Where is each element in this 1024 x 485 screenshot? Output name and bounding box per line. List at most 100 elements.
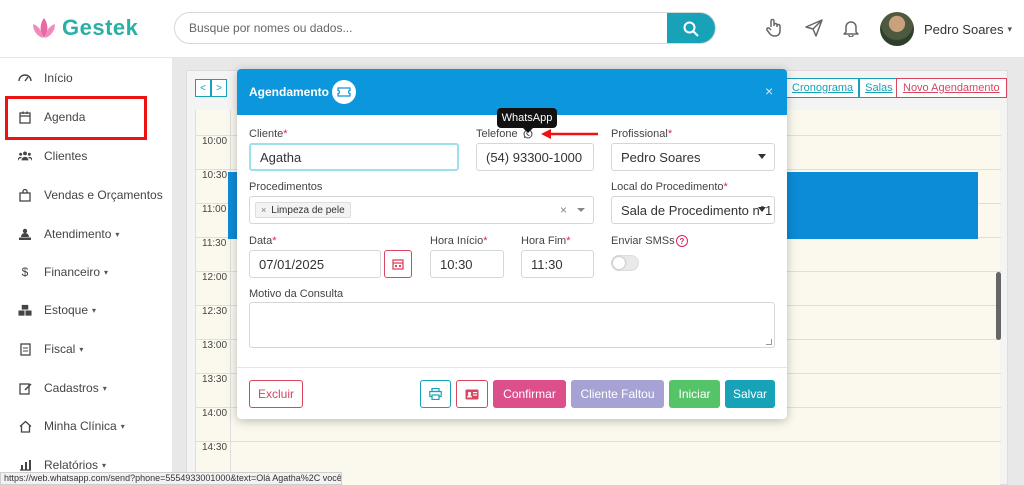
sidebar-item-estoque[interactable]: Estoque ▾ — [18, 300, 96, 320]
excluir-button[interactable]: Excluir — [249, 380, 303, 408]
sidebar-item-minha-clinica[interactable]: Minha Clínica ▾ — [18, 416, 125, 436]
paper-plane-icon[interactable] — [803, 17, 825, 39]
data-input[interactable]: 07/01/2025 — [249, 250, 381, 278]
sidebar-item-label: Clientes — [44, 149, 88, 163]
boxes-icon — [18, 303, 32, 317]
id-card-button[interactable] — [456, 380, 488, 408]
id-card-icon — [465, 389, 479, 399]
clear-icon[interactable]: × — [560, 203, 567, 217]
browser-status-bar: https://web.whatsapp.com/send?phone=5554… — [0, 472, 342, 485]
procedimentos-multiselect[interactable]: × Limpeza de pele × — [249, 196, 594, 224]
chevron-down-icon: ▾ — [104, 267, 109, 277]
profissional-value: Pedro Soares — [621, 149, 701, 165]
iniciar-button[interactable]: Iniciar — [669, 380, 720, 408]
enviar-sms-toggle[interactable] — [611, 255, 639, 271]
edit-icon — [18, 381, 32, 395]
lotus-logo-icon — [30, 14, 58, 42]
search-input[interactable] — [175, 13, 665, 43]
time-label: 11:00 — [202, 204, 227, 215]
hora-fim-input[interactable]: 11:30 — [521, 250, 594, 278]
sidebar-item-cadastros[interactable]: Cadastros ▾ — [18, 378, 107, 398]
time-label: 10:30 — [202, 170, 228, 181]
local-label-text: Local do Procedimento — [611, 181, 724, 193]
top-bar: Gestek Pedro Soares ▾ — [0, 0, 1024, 58]
caret-down-icon — [577, 208, 585, 212]
chevron-down-icon: ▾ — [120, 421, 125, 431]
chart-icon — [18, 458, 32, 472]
sidebar-item-atendimento[interactable]: Atendimento ▾ — [18, 224, 119, 244]
calendar-view-switcher: Cronograma Salas — [786, 78, 899, 98]
procedimentos-label: Procedimentos — [249, 181, 323, 193]
sidebar-item-label: Cadastros — [44, 381, 99, 395]
data-label: Data* — [249, 235, 277, 247]
caret-down-icon — [758, 154, 766, 159]
tooltip-tail — [523, 128, 533, 133]
close-icon[interactable]: × — [765, 83, 773, 99]
profissional-label: Profissional* — [611, 128, 672, 140]
search-icon — [683, 21, 699, 37]
profissional-label-text: Profissional — [611, 128, 668, 140]
hora-fim-value: 11:30 — [531, 256, 563, 272]
required-mark: * — [283, 128, 288, 140]
telefone-input[interactable]: (54) 93300-1000 — [476, 143, 594, 171]
time-label: 14:00 — [202, 408, 228, 419]
cliente-faltou-button[interactable]: Cliente Faltou — [571, 380, 664, 408]
confirmar-button[interactable]: Confirmar — [493, 380, 566, 408]
hora-inicio-input[interactable]: 10:30 — [430, 250, 504, 278]
sidebar-item-fiscal[interactable]: Fiscal ▾ — [18, 339, 83, 359]
ticket-icon[interactable] — [332, 80, 356, 104]
procedimento-tag: × Limpeza de pele — [255, 202, 351, 218]
print-button[interactable] — [420, 380, 451, 408]
time-label: 12:00 — [202, 272, 228, 283]
modal-title: Agendamento — [249, 85, 330, 99]
modal-footer-divider — [237, 367, 787, 368]
user-menu[interactable]: Pedro Soares ▾ — [880, 12, 1012, 46]
enviar-sms-label: Enviar SMSs — [611, 235, 675, 247]
telefone-label-text: Telefone — [476, 128, 518, 140]
search-button[interactable] — [667, 13, 715, 43]
tag-remove-icon[interactable]: × — [261, 205, 266, 215]
home-icon — [18, 419, 32, 433]
dashboard-icon — [18, 71, 32, 85]
sidebar-item-label: Financeiro — [44, 265, 101, 279]
hora-inicio-label: Hora Início* — [430, 235, 487, 247]
time-label: 12:30 — [202, 306, 228, 317]
logo[interactable]: Gestek — [30, 14, 138, 42]
caret-down-icon — [758, 207, 766, 212]
new-appointment-button[interactable]: Novo Agendamento — [896, 78, 1007, 98]
data-label-text: Data — [249, 235, 273, 247]
hand-pointer-icon[interactable] — [763, 17, 785, 39]
document-icon — [18, 342, 32, 356]
hora-inicio-value: 10:30 — [440, 256, 473, 272]
sidebar-item-inicio[interactable]: Início — [18, 68, 73, 88]
view-salas-button[interactable]: Salas — [859, 78, 899, 98]
required-mark: * — [566, 235, 571, 247]
view-cronograma-button[interactable]: Cronograma — [786, 78, 860, 98]
resize-handle-icon[interactable] — [766, 339, 772, 345]
chevron-down-icon: ▾ — [102, 383, 107, 393]
sidebar-item-clientes[interactable]: Clientes — [18, 146, 87, 166]
help-icon[interactable]: ? — [676, 235, 688, 247]
profissional-select[interactable]: Pedro Soares — [611, 143, 775, 171]
date-picker-button[interactable] — [384, 250, 412, 278]
calendar-next-button[interactable]: > — [211, 79, 227, 97]
calendar-icon — [392, 259, 404, 270]
hora-fim-label: Hora Fim* — [521, 235, 571, 247]
calendar-prev-button[interactable]: < — [195, 79, 211, 97]
local-select[interactable]: Sala de Procedimento n°1 — [611, 196, 775, 224]
time-row[interactable]: 14:30 — [196, 441, 1001, 475]
local-label: Local do Procedimento* — [611, 181, 728, 193]
sidebar-item-financeiro[interactable]: $ Financeiro ▾ — [18, 262, 108, 282]
sidebar-item-label: Início — [44, 71, 73, 85]
bell-icon[interactable] — [840, 17, 862, 39]
chevron-down-icon: ▾ — [1007, 23, 1013, 34]
motivo-label: Motivo da Consulta — [249, 288, 344, 300]
time-label: 13:00 — [202, 340, 228, 351]
scrollbar-thumb[interactable] — [996, 272, 1001, 340]
sidebar-item-vendas[interactable]: Vendas e Orçamentos — [18, 185, 163, 205]
sidebar-item-label: Relatórios — [44, 458, 99, 472]
salvar-button[interactable]: Salvar — [725, 380, 775, 408]
cliente-input[interactable]: Agatha — [249, 143, 459, 171]
motivo-textarea[interactable] — [249, 302, 775, 348]
cliente-label: Cliente* — [249, 128, 288, 140]
